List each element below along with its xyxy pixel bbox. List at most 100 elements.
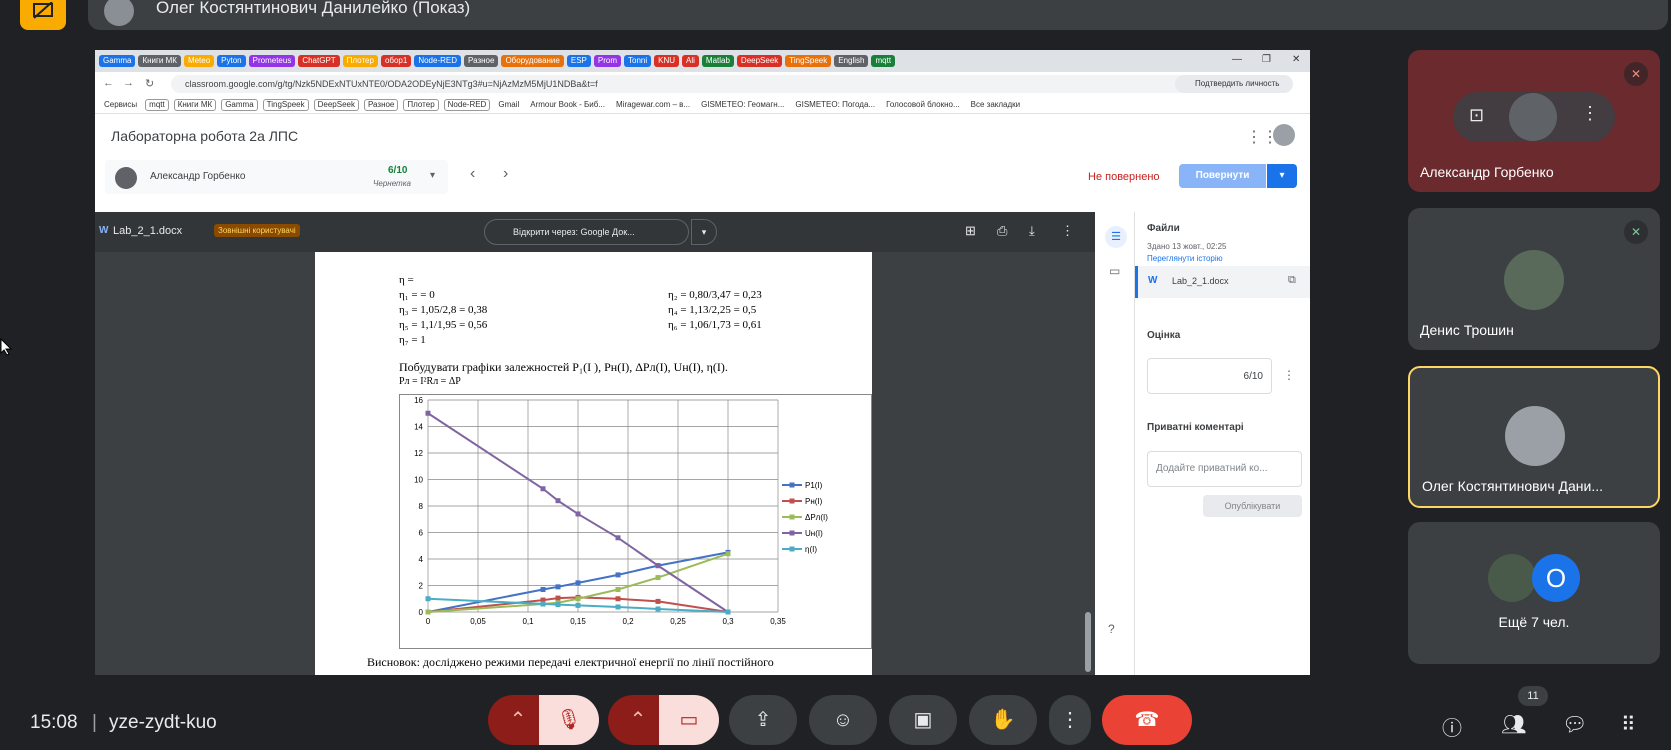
- comment-icon[interactable]: ▭: [1109, 264, 1120, 278]
- browser-tab[interactable]: Книги МК: [138, 55, 181, 67]
- bookmark-item[interactable]: GISMETEO: Геомагн...: [698, 100, 787, 110]
- raise-hand-icon[interactable]: ✋: [969, 695, 1037, 745]
- more-vert-icon[interactable]: ⋮: [1581, 103, 1599, 124]
- chat-icon[interactable]: 💬︎: [1562, 712, 1587, 737]
- return-dropdown-icon[interactable]: ▾: [1267, 164, 1297, 188]
- previous-student-icon[interactable]: ‹: [470, 165, 475, 183]
- assignment-details-icon[interactable]: ☰: [1105, 226, 1127, 248]
- bookmark-item[interactable]: Armour Book - Биб...: [527, 100, 608, 110]
- back-icon[interactable]: ←: [103, 77, 114, 89]
- browser-tab[interactable]: обор1: [380, 55, 412, 67]
- bookmark-item[interactable]: Плотер: [403, 98, 439, 111]
- chart: 0 2 4 6 8 10 12 14 16 0 0,05 0,1 0,15 0,2 0,25 0,3 0,35 P…: [399, 394, 872, 649]
- browser-tab[interactable]: Meteo: [183, 55, 215, 67]
- browser-tab[interactable]: Оборудование: [501, 55, 564, 67]
- y-tick-label: 2: [419, 582, 424, 591]
- grade-input[interactable]: 6/10: [1147, 358, 1272, 394]
- browser-tab[interactable]: DeepSeek: [736, 55, 783, 67]
- open-external-icon[interactable]: ⧉: [1288, 274, 1296, 287]
- more-vert-icon[interactable]: ⋮: [1283, 368, 1295, 382]
- bookmark-item[interactable]: Gamma: [221, 98, 258, 111]
- camera-off-icon[interactable]: ▭: [659, 695, 719, 745]
- bookmark-item[interactable]: Gmail: [495, 100, 522, 110]
- bookmark-item[interactable]: Разное: [363, 98, 399, 111]
- add-photo-icon[interactable]: ⊡: [1469, 105, 1484, 126]
- activities-icon[interactable]: ⠿: [1621, 712, 1636, 737]
- participant-tile[interactable]: Денис Трошин ✕: [1408, 208, 1660, 350]
- bookmark-item[interactable]: Книги МК: [173, 98, 217, 111]
- data-point: [615, 535, 621, 541]
- close-icon[interactable]: ✕: [1292, 54, 1300, 65]
- chevron-down-icon[interactable]: ▾: [691, 219, 717, 245]
- chevron-down-icon[interactable]: ▾: [430, 170, 435, 181]
- participant-name: Олег Костянтинович Дани...: [1422, 478, 1604, 494]
- browser-tab[interactable]: Ali: [682, 55, 699, 67]
- bookmark-item[interactable]: Сервисы: [101, 100, 140, 110]
- bookmark-item[interactable]: TingSpeek: [262, 98, 309, 111]
- browser-tab[interactable]: Prometeus: [248, 55, 296, 67]
- student-selector[interactable]: Александр Горбенко 6/10 Чернетка ▾: [105, 160, 448, 194]
- browser-tab[interactable]: Matlab: [701, 55, 734, 67]
- browser-tab[interactable]: mqtt: [871, 55, 896, 67]
- tile-controls: ⊡ ⋮: [1453, 92, 1615, 142]
- download-icon[interactable]: ⤓: [1029, 223, 1035, 239]
- browser-tab[interactable]: Gamma: [99, 55, 136, 67]
- history-link[interactable]: Переглянути історію: [1147, 254, 1223, 263]
- data-point: [655, 575, 661, 581]
- add-comment-icon[interactable]: ⊞: [965, 223, 976, 239]
- more-options-icon[interactable]: ⋮: [1049, 695, 1091, 745]
- avatar: [1504, 250, 1564, 310]
- browser-tab[interactable]: Tonni: [624, 55, 652, 67]
- forward-icon[interactable]: →: [123, 77, 134, 89]
- browser-tab[interactable]: Node-RED: [414, 55, 462, 67]
- emoji-icon[interactable]: ☺: [809, 695, 877, 745]
- bookmark-item[interactable]: Node-RED: [443, 98, 491, 111]
- bookmark-item[interactable]: GISMETEO: Погода...: [792, 100, 878, 110]
- more-vert-icon[interactable]: ⋮: [1061, 223, 1074, 239]
- legend-label: ΔPл(I): [805, 513, 828, 522]
- reload-icon[interactable]: ↻: [145, 77, 154, 90]
- data-point: [540, 601, 546, 607]
- mic-off-icon[interactable]: 🎙︎: [539, 695, 599, 745]
- browser-tab[interactable]: Pyton: [217, 55, 246, 67]
- browser-tab[interactable]: TingSpeek: [785, 55, 832, 67]
- participant-tile[interactable]: ⊡ ⋮ Александр Горбенко ✕: [1408, 50, 1660, 192]
- data-point: [555, 595, 561, 601]
- return-button[interactable]: Повернути: [1179, 164, 1266, 188]
- people-icon[interactable]: 👥︎: [1501, 712, 1526, 737]
- x-tick-label: 0,25: [670, 617, 686, 626]
- participant-tile-active[interactable]: Олег Костянтинович Дани...: [1408, 366, 1660, 508]
- next-student-icon[interactable]: ›: [503, 165, 508, 183]
- bookmark-item[interactable]: Голосовой блокно...: [883, 100, 963, 110]
- captions-icon[interactable]: ▣: [889, 695, 957, 745]
- url-input[interactable]: classroom.google.com/g/tg/Nzk5NDExNTUxNT…: [171, 75, 1206, 93]
- meeting-info-icon[interactable]: ⓘ: [1442, 712, 1462, 741]
- publish-button[interactable]: Опублікувати: [1203, 495, 1302, 517]
- browser-tab[interactable]: English: [834, 55, 869, 67]
- verify-identity-button[interactable]: Подтвердить личность: [1175, 75, 1293, 93]
- browser-tab[interactable]: ESP: [566, 55, 591, 67]
- maximize-icon[interactable]: ❐: [1262, 54, 1271, 65]
- print-icon[interactable]: ⎙: [997, 223, 1007, 239]
- open-with-button[interactable]: Відкрити через: Google Док...: [484, 219, 689, 245]
- account-avatar[interactable]: [1273, 124, 1295, 146]
- help-icon[interactable]: ?: [1108, 622, 1115, 636]
- bookmark-item[interactable]: DeepSeek: [313, 98, 359, 111]
- bookmark-item[interactable]: mqtt: [145, 98, 169, 111]
- leave-call-icon[interactable]: ☎: [1102, 695, 1192, 745]
- browser-tab[interactable]: Плотер: [342, 55, 378, 67]
- present-screen-icon[interactable]: ⇪: [729, 695, 797, 745]
- grading-panel: Файли Здано 13 жовт., 02:25 Переглянути …: [1135, 212, 1310, 675]
- more-participants-tile[interactable]: О Ещё 7 чел.: [1408, 522, 1660, 664]
- bookmark-item[interactable]: Miragewar.com – в...: [613, 100, 693, 110]
- data-point: [575, 580, 581, 586]
- browser-tab[interactable]: Prom: [593, 55, 621, 67]
- private-comment-input[interactable]: Додайте приватний ко...: [1147, 451, 1302, 487]
- minimize-icon[interactable]: —: [1232, 54, 1242, 65]
- submitted-file[interactable]: W Lab_2_1.docx ⧉: [1135, 266, 1310, 298]
- browser-tab[interactable]: KNU: [654, 55, 680, 67]
- viewer-scrollbar[interactable]: [1085, 612, 1091, 672]
- bookmark-item[interactable]: Все закладки: [968, 100, 1023, 110]
- browser-tab[interactable]: ChatGPT: [298, 55, 340, 67]
- browser-tab[interactable]: Разное: [464, 55, 499, 67]
